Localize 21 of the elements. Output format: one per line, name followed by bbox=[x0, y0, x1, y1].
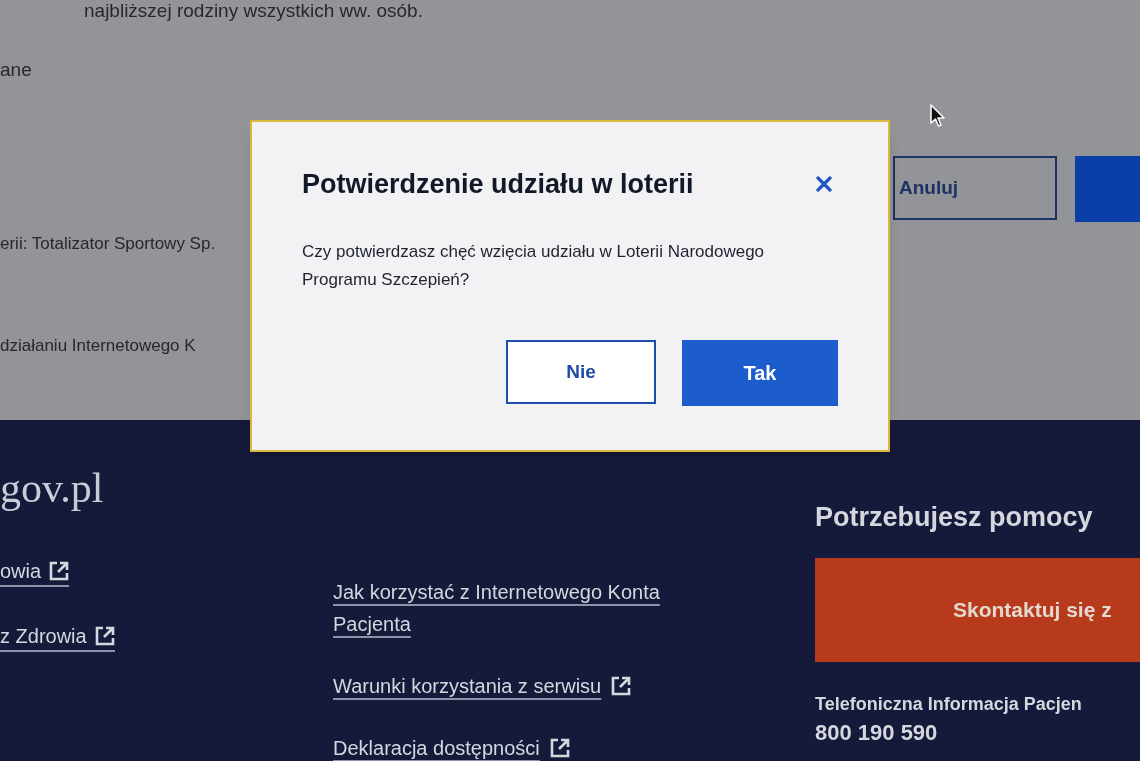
confirm-button[interactable]: Tak bbox=[682, 340, 838, 406]
phone-label: Telefoniczna Informacja Pacjen bbox=[815, 693, 1082, 716]
page-text: ane bbox=[0, 58, 32, 82]
help-heading: Potrzebujesz pomocy bbox=[815, 501, 1093, 534]
cancel-button[interactable]: Anuluj bbox=[893, 156, 1057, 220]
footer-link[interactable]: owia bbox=[0, 558, 42, 584]
logo-text: gov.pl bbox=[0, 464, 104, 512]
mouse-cursor-icon bbox=[930, 104, 946, 128]
page-text: najbliższej rodziny wszystkich ww. osób. bbox=[84, 0, 423, 22]
page-text: działaniu Internetowego K bbox=[0, 335, 196, 357]
decline-button[interactable]: Nie bbox=[506, 340, 656, 404]
footer-link[interactable]: Warunki korzystania z serwisu bbox=[333, 670, 602, 702]
footer-link[interactable]: Deklaracja dostępności bbox=[333, 732, 540, 761]
page-text: erii: Totalizator Sportowy Sp. bbox=[0, 233, 216, 255]
dialog-message: Czy potwierdzasz chęć wzięcia udziału w Loterii Narodowego Programu Szczepień? bbox=[302, 241, 766, 291]
contact-button[interactable]: Skontaktuj się z bbox=[815, 558, 1140, 662]
footer-link[interactable]: z Zdrowia bbox=[0, 623, 87, 649]
footer-link[interactable]: Jak korzystać z Internetowego Konta Pacjenta bbox=[333, 576, 703, 640]
phone-number: 800 190 590 bbox=[815, 720, 938, 746]
dialog-title: Potwierdzenie udziału w loterii bbox=[302, 168, 694, 201]
close-icon bbox=[816, 176, 832, 192]
